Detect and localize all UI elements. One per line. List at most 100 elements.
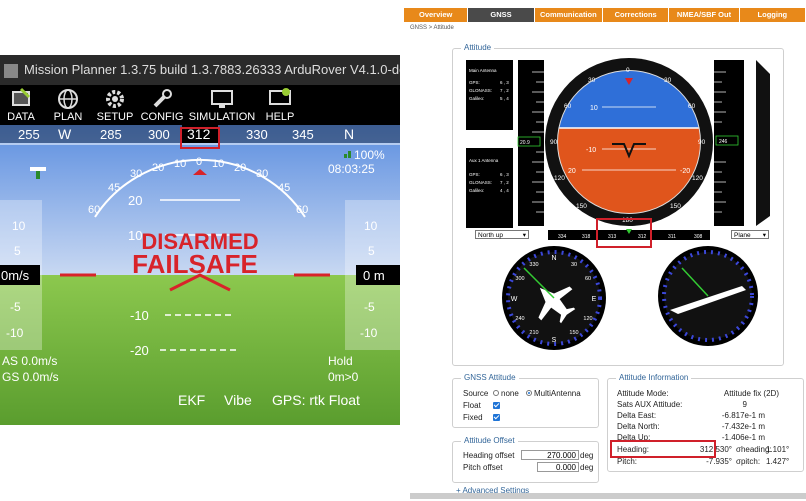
- fixed-checkbox[interactable]: [493, 414, 500, 421]
- menu-simulation-button[interactable]: SIMULATION: [188, 85, 256, 125]
- float-label: Float: [463, 401, 481, 410]
- main-antenna-galileo-value: 5 , 4: [500, 96, 509, 101]
- tab-gnss[interactable]: GNSS: [468, 8, 535, 22]
- app-icon: [4, 63, 18, 78]
- pitch-offset-unit: deg: [580, 463, 594, 472]
- left-view-select-value: North up: [478, 232, 503, 239]
- pitch-label: -10: [130, 308, 149, 323]
- gnss-attitude-panel: GNSS Attitude Source none MultiAntenna F…: [452, 373, 599, 428]
- heading-strip-highlight: [596, 218, 652, 248]
- chevron-down-icon: ▾: [522, 232, 526, 239]
- right-scale-readout: 246: [719, 139, 728, 145]
- source-multiantenna-radio[interactable]: [526, 390, 532, 396]
- roll-label: 10: [174, 158, 186, 170]
- heading-offset-input[interactable]: 270.000: [521, 450, 579, 460]
- tab-corrections[interactable]: Corrections: [603, 8, 670, 22]
- compass-deg-label: 330: [529, 262, 538, 268]
- main-antenna-gps-value: 6 , 3: [500, 80, 509, 85]
- help-icon: [269, 88, 291, 105]
- adi-roll-label: 90: [550, 139, 558, 146]
- compass-deg-label: 300: [515, 276, 524, 282]
- delta-north-value: -7.432e-1 m: [721, 422, 765, 431]
- menu-plan-label: PLAN: [53, 111, 83, 123]
- tab-nmea-sbf-out[interactable]: NMEA/SBF Out: [669, 8, 740, 22]
- horizontal-scrollbar[interactable]: [410, 493, 806, 499]
- pitch-std-value: 1.427°: [766, 457, 790, 466]
- menu-help-button[interactable]: HELP: [260, 85, 300, 125]
- roll-label: 45: [278, 182, 290, 194]
- source-multiantenna-label: MultiAntenna: [534, 389, 581, 398]
- pitch-offset-label: Pitch offset: [463, 463, 503, 472]
- main-antenna-title: Main Antenna: [469, 68, 497, 73]
- compass-deg-label: 240: [515, 316, 524, 322]
- vibe-status[interactable]: Vibe: [224, 392, 252, 408]
- vehicle-indicator: [30, 167, 46, 171]
- source-label: Source: [463, 389, 489, 398]
- menu-config-button[interactable]: CONFIG: [140, 85, 184, 125]
- speed-readout: 0m/s: [1, 268, 30, 283]
- tab-overview[interactable]: Overview: [404, 8, 469, 22]
- tab-logging[interactable]: Logging: [739, 8, 806, 22]
- battery-level: 100%: [354, 148, 385, 162]
- compass-deg-label: 60: [585, 276, 591, 282]
- gps-status[interactable]: GPS: rtk Float: [272, 392, 360, 408]
- altitude-tape-label: -10: [360, 326, 378, 340]
- compass-right: [658, 246, 758, 346]
- pitch-offset-input[interactable]: 0.000: [537, 462, 579, 472]
- adi-roll-label: 60: [688, 103, 696, 110]
- attitude-mode-label: Attitude Mode:: [617, 389, 669, 398]
- pitch-label: 20: [128, 193, 142, 208]
- compass-deg-label: 120: [583, 316, 592, 322]
- aux-antenna-title: Aux 1 Antenna: [469, 158, 499, 163]
- adi-roll-label: 120: [692, 175, 703, 182]
- heading-tick-label: W: [58, 126, 72, 142]
- compass-deg-label: 30: [571, 262, 577, 268]
- aux-antenna-gps-label: GPS:: [469, 172, 480, 177]
- gear-icon: [106, 90, 124, 108]
- heading-offset-unit: deg: [580, 451, 594, 460]
- aux-antenna-gps-value: 6 , 3: [500, 172, 509, 177]
- distance-readout: 0m>0: [328, 370, 359, 384]
- menu-setup-button[interactable]: SETUP: [94, 85, 136, 125]
- menu-help-label: HELP: [265, 111, 295, 123]
- menu-simulation-label: SIMULATION: [188, 111, 256, 123]
- aux-antenna-galileo-value: 4 , 4: [500, 188, 509, 193]
- monitor-icon: [211, 90, 233, 108]
- main-antenna-glonass-label: GLONASS:: [469, 88, 492, 93]
- flight-mode: Hold: [328, 354, 353, 368]
- speed-tape-label: -5: [10, 300, 21, 314]
- right-view-select[interactable]: Plane ▾: [731, 230, 769, 239]
- adi-pitch-label: 20: [568, 168, 576, 175]
- altitude-tape-label: 10: [364, 219, 378, 233]
- compass-e-label: E: [592, 296, 597, 303]
- vehicle-indicator-stem: [36, 171, 40, 179]
- menu-data-button[interactable]: DATA: [0, 85, 42, 125]
- float-checkbox[interactable]: [493, 402, 500, 409]
- adi-roll-label: 60: [564, 103, 572, 110]
- heading-info-highlight: [610, 440, 716, 458]
- heading-strip-label: 308: [694, 234, 703, 240]
- ekf-status[interactable]: EKF: [178, 392, 205, 408]
- roll-label: 20: [234, 162, 246, 174]
- gnss-web-ui: Overview GNSS Communication Corrections …: [404, 0, 806, 501]
- adi-pitch-label: -20: [680, 168, 690, 175]
- gnss-attitude-legend: GNSS Attitude: [461, 373, 519, 382]
- top-nav-tabs: Overview GNSS Communication Corrections …: [404, 8, 806, 22]
- roll-label: 10: [212, 158, 224, 170]
- menu-setup-label: SETUP: [96, 111, 134, 123]
- compass-w-label: W: [511, 296, 518, 303]
- menu-plan-button[interactable]: PLAN: [48, 85, 88, 125]
- pitch-label: 10: [128, 228, 142, 243]
- tab-communication[interactable]: Communication: [534, 8, 604, 22]
- adi-roll-label: 150: [576, 203, 587, 210]
- roll-label: 0: [196, 156, 202, 168]
- delta-east-value: -6.817e-1 m: [721, 411, 765, 420]
- breadcrumb: GNSS > Attitude: [410, 25, 454, 31]
- left-view-select[interactable]: North up ▾: [475, 230, 529, 239]
- compass-deg-label: 150: [569, 330, 578, 336]
- sats-aux-label: Sats AUX Attitude:: [617, 400, 683, 409]
- attitude-info-legend: Attitude Information: [616, 373, 692, 382]
- source-none-radio[interactable]: [493, 390, 499, 396]
- heading-tick-label: N: [344, 126, 354, 142]
- wrench-icon: [153, 89, 172, 108]
